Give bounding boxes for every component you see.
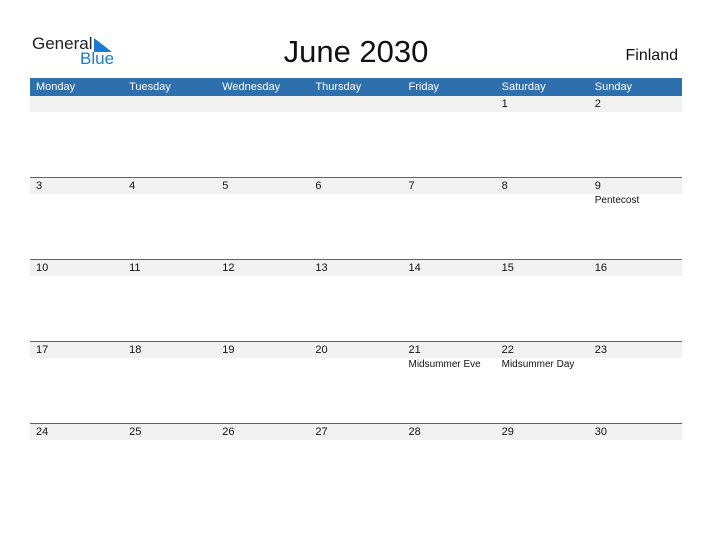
day-number: 20 [315, 344, 328, 356]
holiday-row: Midsummer Eve Midsummer Day [30, 358, 682, 372]
day-number: 25 [129, 426, 142, 438]
day-number-band: 12 [30, 96, 682, 112]
holiday-label [496, 194, 589, 208]
day-number: 7 [408, 180, 415, 192]
day-number: 14 [408, 262, 421, 274]
day-number: 15 [501, 262, 514, 274]
day-number: 1 [501, 98, 508, 110]
day-number: 11 [129, 262, 141, 274]
weekday-friday: Friday [408, 81, 440, 93]
day-number: 22 [501, 344, 514, 356]
country-label: Finland [625, 47, 678, 64]
day-number: 23 [594, 344, 607, 356]
holiday-label [123, 358, 216, 372]
day-number-band: 10 11 12 13 14 15 16 [30, 260, 682, 276]
day-number: 9 [594, 180, 601, 192]
weekday-sunday: Sunday [594, 81, 633, 93]
day-number: 29 [501, 426, 514, 438]
day-number: 24 [36, 426, 49, 438]
day-number: 4 [129, 180, 136, 192]
day-number: 13 [315, 262, 328, 274]
holiday-label [309, 194, 402, 208]
day-number-band: 24 25 26 27 28 29 30 [30, 424, 682, 440]
holiday-label [309, 358, 402, 372]
holiday-label: Midsummer Eve [408, 359, 481, 370]
day-number: 27 [315, 426, 328, 438]
weekday-monday: Monday [36, 81, 76, 93]
day-number [403, 96, 496, 112]
day-number: 10 [36, 262, 49, 274]
holiday-label: Midsummer Day [501, 359, 575, 370]
weekday-thursday: Thursday [315, 81, 362, 93]
holiday-label [30, 358, 123, 372]
day-number: 3 [36, 180, 43, 192]
calendar-grid: Monday Tuesday Wednesday Thursday Friday Satu… [30, 78, 682, 505]
holiday-row: Pentecost [30, 194, 682, 208]
holiday-label: Pentecost [594, 195, 640, 206]
day-number [30, 96, 123, 112]
day-number [123, 96, 216, 112]
holiday-label [589, 358, 682, 372]
weekday-tuesday: Tuesday [129, 81, 171, 93]
week-row: 12 [30, 96, 682, 177]
day-number-band: 3 4 5 6 7 8 9 [30, 178, 682, 194]
day-number [216, 96, 309, 112]
holiday-label [216, 358, 309, 372]
day-number: 21 [408, 344, 421, 356]
day-number: 19 [222, 344, 235, 356]
day-number: 2 [594, 98, 601, 110]
day-number: 6 [315, 180, 322, 192]
day-number [309, 96, 402, 112]
holiday-label [403, 194, 496, 208]
week-row: 17 18 19 20 21 22 23 Midsummer Eve Midsummer Day [30, 341, 682, 423]
holiday-label [216, 194, 309, 208]
day-number: 17 [36, 344, 49, 356]
weekday-wednesday: Wednesday [222, 81, 281, 93]
holiday-label [30, 194, 123, 208]
holiday-label [123, 194, 216, 208]
weekday-saturday: Saturday [501, 81, 546, 93]
week-row: 24 25 26 27 28 29 30 [30, 423, 682, 505]
day-number: 12 [222, 262, 235, 274]
day-number: 30 [594, 426, 607, 438]
day-number: 16 [594, 262, 607, 274]
weekday-header: Monday Tuesday Wednesday Thursday Friday Satu… [30, 78, 682, 96]
week-row: 10 11 12 13 14 15 16 [30, 259, 682, 341]
day-number: 28 [408, 426, 421, 438]
day-number: 26 [222, 426, 235, 438]
week-row: 3 4 5 6 7 8 9 Pentecost [30, 177, 682, 259]
day-number-band: 17 18 19 20 21 22 23 [30, 342, 682, 358]
day-number: 5 [222, 180, 229, 192]
day-number: 8 [501, 180, 508, 192]
day-number: 18 [129, 344, 142, 356]
page-title: June 2030 [283, 34, 429, 69]
